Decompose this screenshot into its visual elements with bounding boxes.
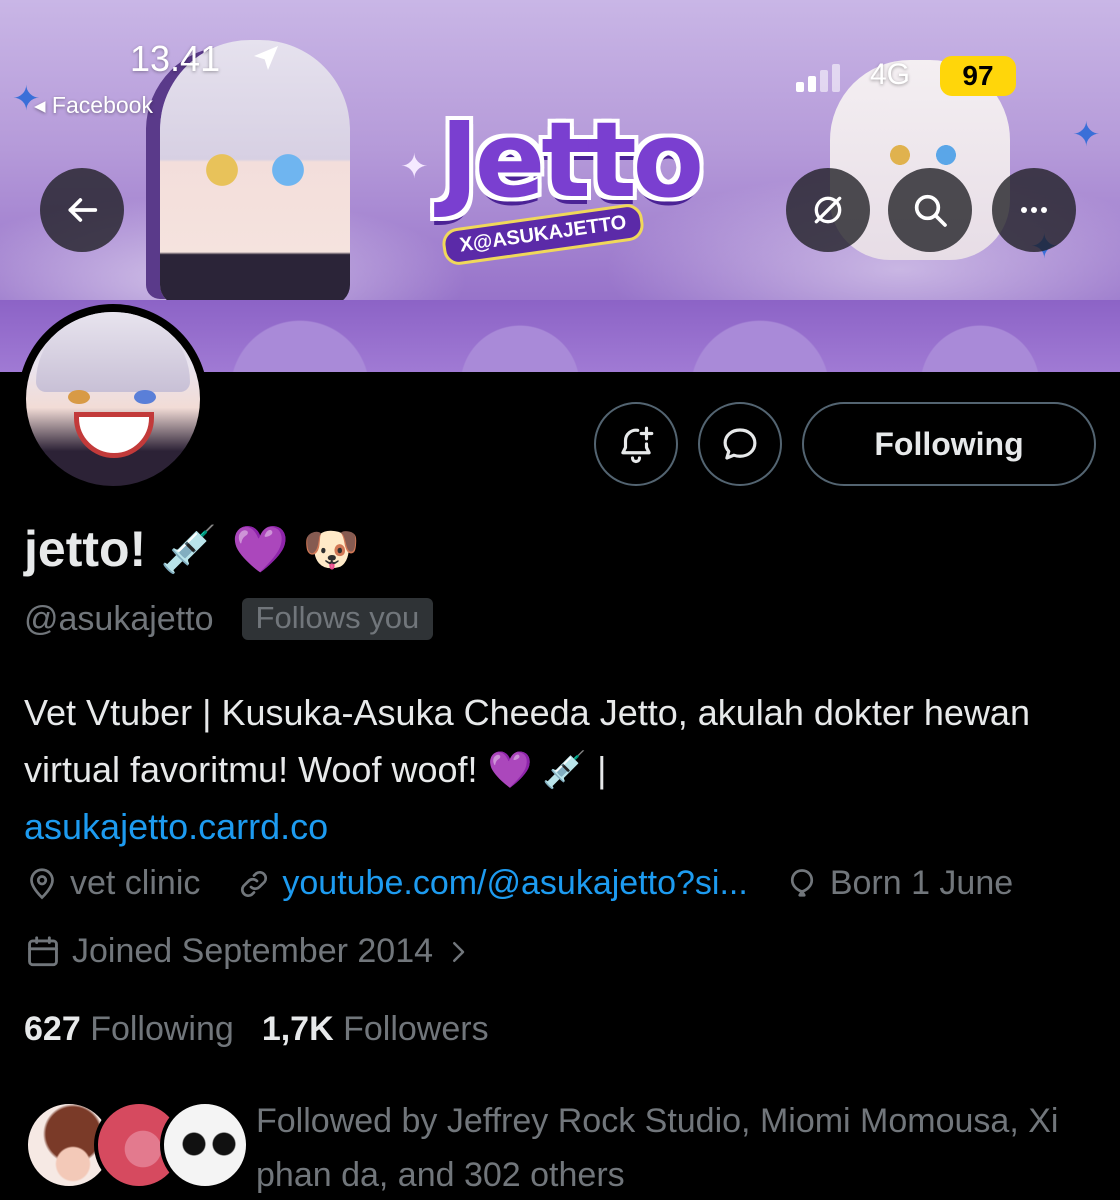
search-button[interactable]	[888, 168, 972, 252]
profile-avatar[interactable]	[18, 304, 208, 494]
message-icon	[723, 428, 757, 460]
following-stat-label: Following	[90, 1010, 234, 1048]
chevron-right-icon	[453, 941, 465, 962]
link-icon	[241, 870, 268, 897]
status-time: 13.41	[130, 38, 221, 79]
mutual-followers-avatars[interactable]	[24, 1100, 250, 1196]
followers-count: 1,7K	[261, 1010, 334, 1048]
follows-you-badge: Follows you	[241, 598, 434, 640]
following-count: 627	[24, 1010, 81, 1048]
following-stat[interactable]: 627 Following	[24, 1010, 234, 1049]
banner-logo-text: Jetto	[440, 99, 704, 221]
purple-heart-emoji: 💜	[231, 523, 289, 575]
cellular-signal-icon	[796, 64, 842, 92]
dog-face-emoji: 🐶	[302, 523, 361, 575]
banner-logo: Jetto X@ASUKAJETTO	[440, 99, 770, 267]
hide-reposts-icon	[814, 196, 842, 224]
profile-bio: Vet Vtuber | Kusuka-Asuka Cheeda Jetto, …	[24, 684, 1104, 855]
follow-stats: 627 Following 1,7K Followers	[24, 1010, 489, 1049]
notify-bell-icon	[621, 426, 654, 464]
birthday-text: Born 1 June	[829, 864, 1014, 902]
followers-stat[interactable]: 1,7K Followers	[262, 1010, 489, 1049]
location-icon	[30, 867, 54, 899]
hide-reposts-button[interactable]	[786, 168, 870, 252]
profile-meta-row: vet clinic youtube.com/@asukajetto?si...…	[24, 864, 1013, 903]
network-type: 4G	[870, 58, 911, 91]
display-name-row: jetto! 💉 💜 🐶	[24, 520, 360, 578]
bio-text: Vet Vtuber | Kusuka-Asuka Cheeda Jetto, …	[24, 692, 1030, 790]
birthday-item: Born 1 June	[784, 864, 1013, 903]
joined-date: Joined September 2014	[72, 932, 434, 970]
location-text: vet clinic	[70, 864, 201, 902]
username-handle: @asukajetto	[24, 599, 214, 638]
message-button[interactable]	[698, 402, 782, 486]
more-options-button[interactable]	[992, 168, 1076, 252]
followed-by-text[interactable]: Followed by Jeffrey Rock Studio, Miomi M…	[256, 1094, 1106, 1200]
calendar-icon	[28, 935, 58, 966]
following-button[interactable]: Following	[802, 402, 1096, 486]
website-link[interactable]: youtube.com/@asukajetto?si...	[282, 864, 747, 903]
joined-row[interactable]: Joined September 2014	[24, 932, 473, 971]
website-item[interactable]: youtube.com/@asukajetto?si...	[236, 864, 748, 903]
handle-row: @asukajetto Follows you	[24, 598, 434, 640]
bio-link[interactable]: asukajetto.carrd.co	[24, 806, 328, 847]
avatar	[160, 1100, 250, 1190]
more-icon	[1021, 207, 1047, 213]
location-item: vet clinic	[24, 864, 200, 903]
location-arrow-icon	[254, 46, 278, 70]
battery-level: 97	[940, 56, 1016, 96]
display-name: jetto!	[24, 521, 147, 577]
sparkle-icon: ✦	[400, 148, 429, 186]
back-button[interactable]	[40, 168, 124, 252]
followers-stat-label: Followers	[343, 1010, 489, 1048]
avatar-image	[26, 312, 200, 486]
search-icon	[914, 194, 947, 227]
balloon-icon	[790, 868, 813, 897]
notifications-button[interactable]	[594, 402, 678, 486]
back-arrow-icon	[68, 198, 98, 222]
sparkle-icon: ✦	[1072, 116, 1101, 154]
syringe-emoji: 💉	[160, 523, 218, 575]
back-to-facebook-link[interactable]: ◂ Facebook	[34, 92, 153, 119]
